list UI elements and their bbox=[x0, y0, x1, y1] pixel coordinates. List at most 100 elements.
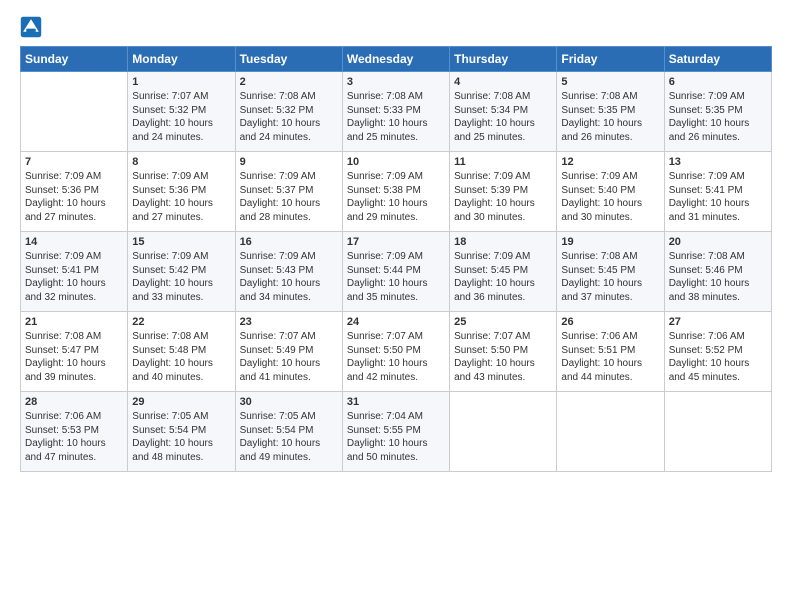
day-number: 24 bbox=[347, 316, 445, 328]
calendar-cell: 17 Sunrise: 7:09 AM Sunset: 5:44 PM Dayli… bbox=[342, 232, 449, 312]
day-info: Sunrise: 7:09 AM Sunset: 5:38 PM Dayligh… bbox=[347, 170, 445, 224]
day-number: 11 bbox=[454, 156, 552, 168]
day-number: 16 bbox=[240, 236, 338, 248]
week-row-2: 7 Sunrise: 7:09 AM Sunset: 5:36 PM Daylig… bbox=[21, 152, 772, 232]
weekday-header-saturday: Saturday bbox=[664, 47, 771, 72]
day-number: 6 bbox=[669, 76, 767, 88]
day-number: 2 bbox=[240, 76, 338, 88]
calendar-cell: 23 Sunrise: 7:07 AM Sunset: 5:49 PM Dayli… bbox=[235, 312, 342, 392]
day-number: 18 bbox=[454, 236, 552, 248]
logo-icon bbox=[20, 16, 42, 38]
week-row-5: 28 Sunrise: 7:06 AM Sunset: 5:53 PM Dayli… bbox=[21, 392, 772, 472]
weekday-header-tuesday: Tuesday bbox=[235, 47, 342, 72]
calendar-page: SundayMondayTuesdayWednesdayThursdayFrid… bbox=[0, 0, 792, 612]
day-info: Sunrise: 7:05 AM Sunset: 5:54 PM Dayligh… bbox=[240, 410, 338, 464]
day-number: 7 bbox=[25, 156, 123, 168]
day-number: 4 bbox=[454, 76, 552, 88]
day-number: 8 bbox=[132, 156, 230, 168]
day-info: Sunrise: 7:06 AM Sunset: 5:51 PM Dayligh… bbox=[561, 330, 659, 384]
day-info: Sunrise: 7:06 AM Sunset: 5:53 PM Dayligh… bbox=[25, 410, 123, 464]
day-number: 1 bbox=[132, 76, 230, 88]
calendar-cell: 24Sunrise: 7:07 AM Sunset: 5:50 PM Dayli… bbox=[342, 312, 449, 392]
calendar-cell: 20 Sunrise: 7:08 AM Sunset: 5:46 PM Dayli… bbox=[664, 232, 771, 312]
calendar-cell: 22Sunrise: 7:08 AM Sunset: 5:48 PM Dayli… bbox=[128, 312, 235, 392]
calendar-cell bbox=[21, 72, 128, 152]
day-number: 28 bbox=[25, 396, 123, 408]
day-info: Sunrise: 7:09 AM Sunset: 5:36 PM Dayligh… bbox=[25, 170, 123, 224]
day-info: Sunrise: 7:09 AM Sunset: 5:40 PM Dayligh… bbox=[561, 170, 659, 224]
calendar-cell: 9 Sunrise: 7:09 AM Sunset: 5:37 PM Daylig… bbox=[235, 152, 342, 232]
calendar-cell: 14 Sunrise: 7:09 AM Sunset: 5:41 PM Dayli… bbox=[21, 232, 128, 312]
calendar-cell: 28 Sunrise: 7:06 AM Sunset: 5:53 PM Dayli… bbox=[21, 392, 128, 472]
calendar-cell: 18 Sunrise: 7:09 AM Sunset: 5:45 PM Dayli… bbox=[450, 232, 557, 312]
calendar-cell: 21 Sunrise: 7:08 AM Sunset: 5:47 PM Dayli… bbox=[21, 312, 128, 392]
day-info: Sunrise: 7:09 AM Sunset: 5:45 PM Dayligh… bbox=[454, 250, 552, 304]
day-info: Sunrise: 7:05 AM Sunset: 5:54 PM Dayligh… bbox=[132, 410, 230, 464]
day-info: Sunrise: 7:08 AM Sunset: 5:34 PM Dayligh… bbox=[454, 90, 552, 144]
calendar-table: SundayMondayTuesdayWednesdayThursdayFrid… bbox=[20, 46, 772, 472]
day-number: 9 bbox=[240, 156, 338, 168]
calendar-cell: 31 Sunrise: 7:04 AM Sunset: 5:55 PM Dayli… bbox=[342, 392, 449, 472]
logo bbox=[20, 16, 44, 38]
calendar-cell: 29 Sunrise: 7:05 AM Sunset: 5:54 PM Dayli… bbox=[128, 392, 235, 472]
calendar-cell bbox=[450, 392, 557, 472]
calendar-cell: 13 Sunrise: 7:09 AM Sunset: 5:41 PM Dayli… bbox=[664, 152, 771, 232]
day-number: 29 bbox=[132, 396, 230, 408]
calendar-cell: 25Sunrise: 7:07 AM Sunset: 5:50 PM Dayli… bbox=[450, 312, 557, 392]
day-info: Sunrise: 7:09 AM Sunset: 5:41 PM Dayligh… bbox=[669, 170, 767, 224]
calendar-cell: 1Sunrise: 7:07 AM Sunset: 5:32 PM Daylig… bbox=[128, 72, 235, 152]
header bbox=[20, 16, 772, 38]
week-row-4: 21 Sunrise: 7:08 AM Sunset: 5:47 PM Dayli… bbox=[21, 312, 772, 392]
calendar-cell bbox=[664, 392, 771, 472]
day-number: 3 bbox=[347, 76, 445, 88]
day-number: 17 bbox=[347, 236, 445, 248]
day-info: Sunrise: 7:08 AM Sunset: 5:35 PM Dayligh… bbox=[561, 90, 659, 144]
day-number: 27 bbox=[669, 316, 767, 328]
day-number: 30 bbox=[240, 396, 338, 408]
day-info: Sunrise: 7:09 AM Sunset: 5:43 PM Dayligh… bbox=[240, 250, 338, 304]
calendar-cell bbox=[557, 392, 664, 472]
day-number: 31 bbox=[347, 396, 445, 408]
day-number: 19 bbox=[561, 236, 659, 248]
calendar-cell: 10 Sunrise: 7:09 AM Sunset: 5:38 PM Dayli… bbox=[342, 152, 449, 232]
weekday-header-thursday: Thursday bbox=[450, 47, 557, 72]
day-info: Sunrise: 7:09 AM Sunset: 5:42 PM Dayligh… bbox=[132, 250, 230, 304]
calendar-cell: 7 Sunrise: 7:09 AM Sunset: 5:36 PM Daylig… bbox=[21, 152, 128, 232]
calendar-cell: 6 Sunrise: 7:09 AM Sunset: 5:35 PM Daylig… bbox=[664, 72, 771, 152]
day-info: Sunrise: 7:09 AM Sunset: 5:44 PM Dayligh… bbox=[347, 250, 445, 304]
calendar-cell: 4 Sunrise: 7:08 AM Sunset: 5:34 PM Daylig… bbox=[450, 72, 557, 152]
day-info: Sunrise: 7:08 AM Sunset: 5:46 PM Dayligh… bbox=[669, 250, 767, 304]
day-info: Sunrise: 7:09 AM Sunset: 5:36 PM Dayligh… bbox=[132, 170, 230, 224]
day-number: 14 bbox=[25, 236, 123, 248]
day-info: Sunrise: 7:09 AM Sunset: 5:37 PM Dayligh… bbox=[240, 170, 338, 224]
calendar-cell: 5 Sunrise: 7:08 AM Sunset: 5:35 PM Daylig… bbox=[557, 72, 664, 152]
day-info: Sunrise: 7:07 AM Sunset: 5:49 PM Dayligh… bbox=[240, 330, 338, 384]
calendar-cell: 3 Sunrise: 7:08 AM Sunset: 5:33 PM Daylig… bbox=[342, 72, 449, 152]
day-number: 26 bbox=[561, 316, 659, 328]
day-info: Sunrise: 7:08 AM Sunset: 5:33 PM Dayligh… bbox=[347, 90, 445, 144]
calendar-cell: 15 Sunrise: 7:09 AM Sunset: 5:42 PM Dayli… bbox=[128, 232, 235, 312]
day-number: 15 bbox=[132, 236, 230, 248]
calendar-cell: 30 Sunrise: 7:05 AM Sunset: 5:54 PM Dayli… bbox=[235, 392, 342, 472]
day-info: Sunrise: 7:09 AM Sunset: 5:35 PM Dayligh… bbox=[669, 90, 767, 144]
day-info: Sunrise: 7:07 AM Sunset: 5:50 PM Dayligh… bbox=[454, 330, 552, 384]
day-info: Sunrise: 7:04 AM Sunset: 5:55 PM Dayligh… bbox=[347, 410, 445, 464]
calendar-cell: 2Sunrise: 7:08 AM Sunset: 5:32 PM Daylig… bbox=[235, 72, 342, 152]
day-number: 10 bbox=[347, 156, 445, 168]
day-info: Sunrise: 7:08 AM Sunset: 5:45 PM Dayligh… bbox=[561, 250, 659, 304]
day-info: Sunrise: 7:08 AM Sunset: 5:48 PM Dayligh… bbox=[132, 330, 230, 384]
day-number: 12 bbox=[561, 156, 659, 168]
day-info: Sunrise: 7:09 AM Sunset: 5:41 PM Dayligh… bbox=[25, 250, 123, 304]
day-number: 13 bbox=[669, 156, 767, 168]
calendar-cell: 27Sunrise: 7:06 AM Sunset: 5:52 PM Dayli… bbox=[664, 312, 771, 392]
day-info: Sunrise: 7:08 AM Sunset: 5:47 PM Dayligh… bbox=[25, 330, 123, 384]
weekday-header-friday: Friday bbox=[557, 47, 664, 72]
day-info: Sunrise: 7:09 AM Sunset: 5:39 PM Dayligh… bbox=[454, 170, 552, 224]
day-number: 21 bbox=[25, 316, 123, 328]
day-number: 20 bbox=[669, 236, 767, 248]
calendar-cell: 8 Sunrise: 7:09 AM Sunset: 5:36 PM Daylig… bbox=[128, 152, 235, 232]
calendar-cell: 16 Sunrise: 7:09 AM Sunset: 5:43 PM Dayli… bbox=[235, 232, 342, 312]
day-number: 23 bbox=[240, 316, 338, 328]
day-number: 5 bbox=[561, 76, 659, 88]
calendar-cell: 19 Sunrise: 7:08 AM Sunset: 5:45 PM Dayli… bbox=[557, 232, 664, 312]
